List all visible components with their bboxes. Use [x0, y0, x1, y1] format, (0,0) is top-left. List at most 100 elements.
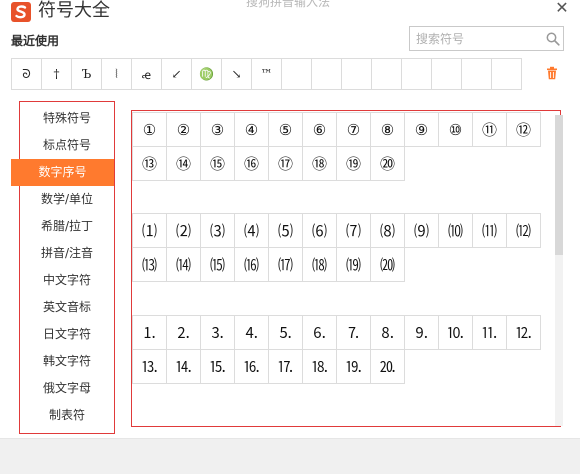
- symbol-cell[interactable]: ⒛: [370, 349, 405, 384]
- symbol-cell[interactable]: ⑸: [268, 213, 303, 248]
- sidebar-item[interactable]: 中文字符: [20, 267, 114, 294]
- symbol-cell[interactable]: ⑽: [438, 213, 473, 248]
- recent-symbol[interactable]: ™: [251, 58, 282, 90]
- symbol-cell[interactable]: ⒓: [506, 315, 541, 350]
- symbol-cell[interactable]: ⒉: [166, 315, 201, 350]
- recent-symbol[interactable]: ⦚: [101, 58, 132, 90]
- recent-symbol[interactable]: [491, 58, 522, 90]
- symbol-cell[interactable]: ⑷: [234, 213, 269, 248]
- symbol-cell[interactable]: ⒌: [268, 315, 303, 350]
- symbol-cell[interactable]: ⒒: [472, 315, 507, 350]
- search-field[interactable]: [409, 26, 564, 51]
- search-input[interactable]: [416, 30, 542, 47]
- symbol-cell[interactable]: ⒀: [132, 247, 167, 282]
- scroll-thumb[interactable]: [555, 115, 563, 255]
- recent-symbol[interactable]: [311, 58, 342, 90]
- recent-symbol[interactable]: [281, 58, 312, 90]
- symbol-cell[interactable]: ⒙: [302, 349, 337, 384]
- symbol-cell[interactable]: ⑴: [132, 213, 167, 248]
- recent-symbol[interactable]: ᘐ: [11, 58, 42, 90]
- symbol-cell[interactable]: ⒈: [132, 315, 167, 350]
- symbol-cell[interactable]: ⒗: [234, 349, 269, 384]
- symbol-cell[interactable]: ④: [234, 112, 269, 147]
- symbol-cell[interactable]: ⒂: [200, 247, 235, 282]
- symbol-cell[interactable]: ⑭: [166, 146, 201, 181]
- symbol-cell[interactable]: ⑫: [506, 112, 541, 147]
- symbol-cell[interactable]: ⑲: [336, 146, 371, 181]
- symbol-cell[interactable]: ⑪: [472, 112, 507, 147]
- recent-symbol[interactable]: ↙: [161, 58, 192, 90]
- symbol-cell[interactable]: ⒆: [336, 247, 371, 282]
- symbol-cell[interactable]: ⑹: [302, 213, 337, 248]
- symbol-cell[interactable]: ⑶: [200, 213, 235, 248]
- search-icon[interactable]: [546, 32, 560, 46]
- symbol-panel: ①②③④⑤⑥⑦⑧⑨⑩⑪⑫ ⑬⑭⑮⑯⑰⑱⑲⑳ ⑴⑵⑶⑷⑸⑹⑺⑻⑼⑽⑾⑿ ⒀⒁⒂⒃⒄⒅⒆⒇…: [131, 110, 561, 427]
- recent-symbol[interactable]: [341, 58, 372, 90]
- symbol-cell[interactable]: ⒄: [268, 247, 303, 282]
- symbol-cell[interactable]: ⑧: [370, 112, 405, 147]
- symbol-cell[interactable]: ⒇: [370, 247, 405, 282]
- recent-symbol[interactable]: ♍: [191, 58, 222, 90]
- symbol-cell[interactable]: ⑤: [268, 112, 303, 147]
- recent-symbol[interactable]: [371, 58, 402, 90]
- bottom-bar: [0, 438, 580, 474]
- trash-icon[interactable]: [545, 66, 559, 80]
- symbol-cell[interactable]: ⒕: [166, 349, 201, 384]
- symbol-cell[interactable]: ⑿: [506, 213, 541, 248]
- symbol-cell[interactable]: ⒋: [234, 315, 269, 350]
- symbol-cell[interactable]: ⑺: [336, 213, 371, 248]
- symbol-cell[interactable]: ⒅: [302, 247, 337, 282]
- symbol-cell[interactable]: ⒐: [404, 315, 439, 350]
- symbol-cell[interactable]: ①: [132, 112, 167, 147]
- symbol-cell[interactable]: ⑰: [268, 146, 303, 181]
- sidebar-item[interactable]: 数学/单位: [20, 186, 114, 213]
- symbol-cell[interactable]: ⒘: [268, 349, 303, 384]
- symbol-cell[interactable]: ⑳: [370, 146, 405, 181]
- symbol-cell[interactable]: ⑻: [370, 213, 405, 248]
- sidebar-item[interactable]: 英文音标: [20, 294, 114, 321]
- symbol-cell[interactable]: ⑯: [234, 146, 269, 181]
- symbol-cell[interactable]: ③: [200, 112, 235, 147]
- symbol-cell[interactable]: ⑩: [438, 112, 473, 147]
- symbol-cell[interactable]: ⑾: [472, 213, 507, 248]
- sidebar-item[interactable]: 数字序号: [11, 159, 114, 186]
- symbol-cell[interactable]: ⒔: [132, 349, 167, 384]
- symbol-cell[interactable]: ⒏: [370, 315, 405, 350]
- symbol-cell[interactable]: ⒁: [166, 247, 201, 282]
- symbol-cell[interactable]: ⑦: [336, 112, 371, 147]
- title-bar: 符号大全 搜狗拼音输入法 ✕: [0, 0, 580, 24]
- symbol-cell[interactable]: ⑥: [302, 112, 337, 147]
- recent-symbol[interactable]: [461, 58, 492, 90]
- symbol-cell[interactable]: ⑱: [302, 146, 337, 181]
- sidebar-item[interactable]: 希腊/拉丁: [20, 213, 114, 240]
- sidebar-item[interactable]: 韩文字符: [20, 348, 114, 375]
- symbol-cell[interactable]: ⒚: [336, 349, 371, 384]
- symbol-cell[interactable]: ⑼: [404, 213, 439, 248]
- sidebar-item[interactable]: 特殊符号: [20, 105, 114, 132]
- recent-symbol[interactable]: [431, 58, 462, 90]
- symbol-cell[interactable]: ⒎: [336, 315, 371, 350]
- recent-symbol[interactable]: Ъ: [71, 58, 102, 90]
- symbol-cell[interactable]: ⑮: [200, 146, 235, 181]
- scrollbar[interactable]: [555, 115, 563, 426]
- sidebar-item[interactable]: 标点符号: [20, 132, 114, 159]
- symbol-cell[interactable]: ⒃: [234, 247, 269, 282]
- sidebar-item[interactable]: 拼音/注音: [20, 240, 114, 267]
- close-icon[interactable]: ✕: [552, 0, 572, 18]
- symbol-cell[interactable]: ⑨: [404, 112, 439, 147]
- symbol-cell[interactable]: ⑬: [132, 146, 167, 181]
- symbol-cell[interactable]: ⑵: [166, 213, 201, 248]
- recent-symbol[interactable]: [401, 58, 432, 90]
- recent-symbol[interactable]: ↘: [221, 58, 252, 90]
- recent-symbol[interactable]: ꬴ: [131, 58, 162, 90]
- symbol-cell[interactable]: ⒖: [200, 349, 235, 384]
- sidebar-item[interactable]: 俄文字母: [20, 375, 114, 402]
- symbol-cell[interactable]: ⒍: [302, 315, 337, 350]
- symbol-cell[interactable]: ⒊: [200, 315, 235, 350]
- window-subtitle: 搜狗拼音输入法: [246, 0, 331, 9]
- sidebar-item[interactable]: 制表符: [20, 402, 114, 429]
- recent-symbol[interactable]: †: [41, 58, 72, 90]
- sidebar-item[interactable]: 日文字符: [20, 321, 114, 348]
- symbol-cell[interactable]: ⒑: [438, 315, 473, 350]
- symbol-cell[interactable]: ②: [166, 112, 201, 147]
